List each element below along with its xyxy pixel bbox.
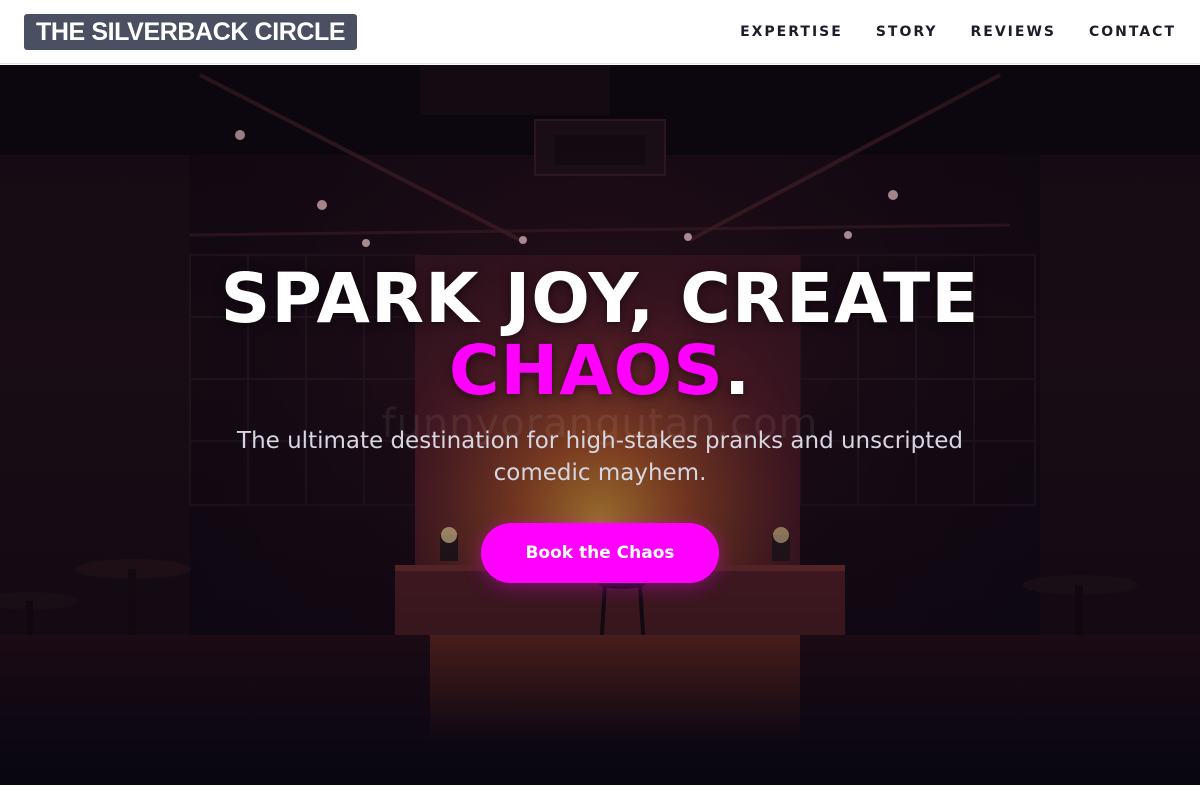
- book-the-chaos-button[interactable]: Book the Chaos: [481, 523, 719, 583]
- hero-title-period: .: [723, 331, 752, 411]
- site-logo[interactable]: THE SILVERBACK CIRCLE: [24, 14, 358, 50]
- hero-title-accent: CHAOS: [448, 331, 724, 411]
- nav-link-contact[interactable]: CONTACT: [1089, 24, 1176, 40]
- hero-subtitle: The ultimate destination for high-stakes…: [237, 428, 963, 486]
- site-header: THE SILVERBACK CIRCLE EXPERTISE STORY RE…: [0, 0, 1200, 64]
- page-bottom-strip: [0, 785, 1200, 800]
- hero-title: SPARK JOY, CREATE CHAOS.: [0, 263, 1200, 407]
- main-nav: EXPERTISE STORY REVIEWS CONTACT: [740, 0, 1176, 64]
- hero-section: funnyorangutan.com SPARK JOY, CREATE CHA…: [0, 65, 1200, 785]
- nav-link-reviews[interactable]: REVIEWS: [971, 24, 1056, 40]
- hero-title-line1: SPARK JOY, CREATE: [220, 259, 980, 339]
- nav-link-story[interactable]: STORY: [876, 24, 938, 40]
- nav-link-expertise[interactable]: EXPERTISE: [740, 24, 843, 40]
